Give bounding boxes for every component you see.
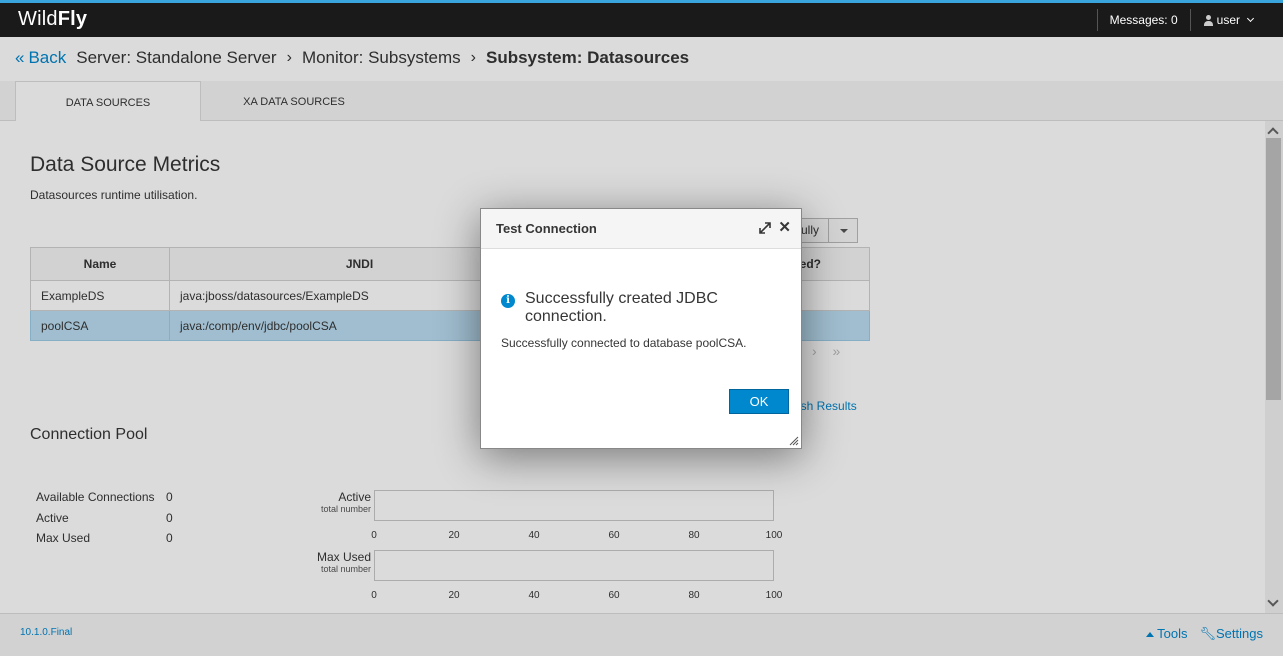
top-bar: WildFly Messages: 0 user — [0, 0, 1283, 37]
ok-button[interactable]: OK — [729, 389, 789, 414]
dialog-message: Successfully created JDBC connection. — [525, 290, 718, 325]
close-icon[interactable]: ✕ — [778, 220, 791, 235]
test-connection-dialog: Test Connection ✕ i Successfully created… — [480, 208, 802, 449]
brand-logo[interactable]: WildFly — [18, 8, 87, 31]
messages-label: Messages: 0 — [1109, 13, 1178, 27]
user-menu[interactable]: user — [1189, 9, 1283, 31]
dialog-header: Test Connection ✕ — [481, 209, 801, 249]
user-label: user — [1216, 13, 1240, 27]
info-icon: i — [501, 294, 515, 308]
top-nav: Messages: 0 user — [1096, 3, 1283, 37]
dialog-title: Test Connection — [496, 221, 597, 236]
chevron-down-icon — [1246, 14, 1255, 23]
info-message: i Successfully created JDBC connection. — [501, 290, 755, 326]
dialog-detail: Successfully connected to database poolC… — [501, 336, 747, 350]
resize-handle-icon[interactable] — [789, 436, 799, 446]
expand-icon[interactable] — [759, 222, 771, 234]
messages-link[interactable]: Messages: 0 — [1096, 9, 1190, 31]
user-icon — [1203, 14, 1213, 26]
